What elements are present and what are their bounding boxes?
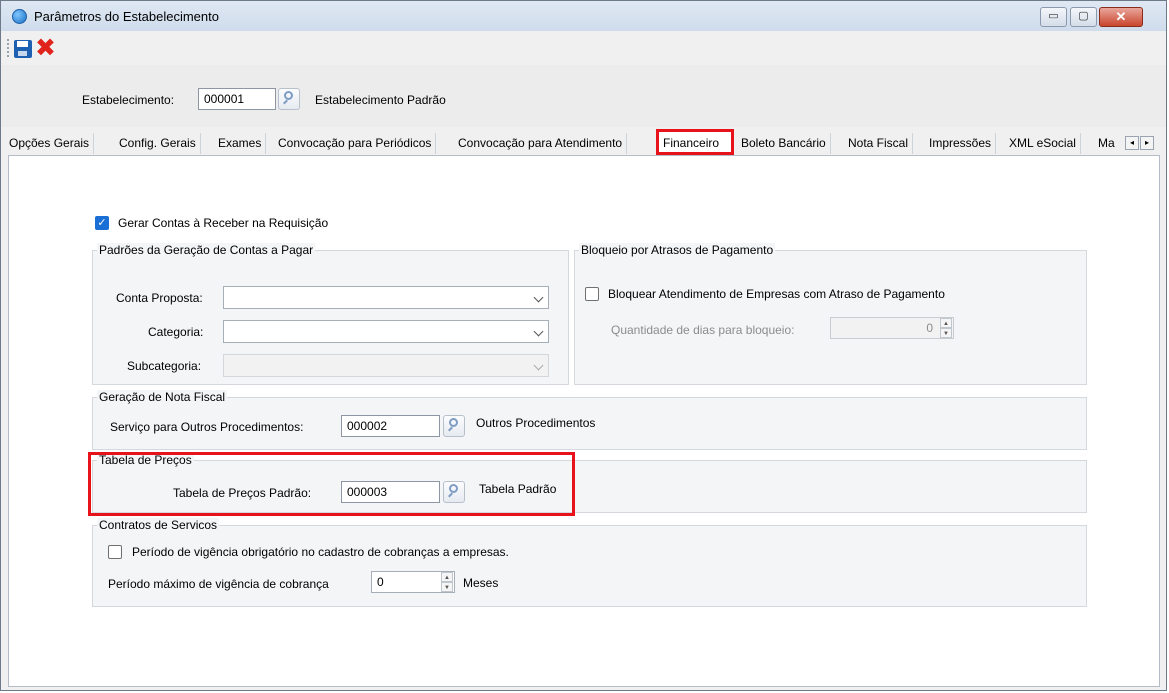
tab-exames[interactable]: Exames [214,133,267,154]
periodo-unit: Meses [463,576,499,590]
padroes-title: Padrões da Geração de Contas a Pagar [97,243,316,257]
dias-bloqueio-value: 0 [926,321,933,335]
spin-down-icon[interactable]: ▼ [940,328,952,338]
contratos-group: Contratos de Servicos Período de vigênci… [92,518,1087,607]
close-button[interactable]: ✕ [1099,7,1143,27]
nota-fiscal-title: Geração de Nota Fiscal [97,390,228,404]
tab-convocacao-periodicos[interactable]: Convocação para Periódicos [274,133,437,154]
search-icon [284,91,293,100]
tab-opcoes-gerais[interactable]: Opções Gerais [5,133,95,154]
padroes-group: Padrões da Geração de Contas a Pagar Con… [92,243,569,385]
tab-strip: Opções Gerais Config. Gerais Exames Conv… [1,127,1166,157]
app-logo-icon [12,9,27,24]
toolbar: ✖ [1,32,1166,65]
tab-nota-fiscal[interactable]: Nota Fiscal [844,133,914,154]
header-panel: Estabelecimento: 000001 Estabelecimento … [1,65,1166,127]
bloquear-atendimento-label: Bloquear Atendimento de Empresas com Atr… [608,287,945,301]
gerar-contas-label: Gerar Contas à Receber na Requisição [118,216,329,230]
estabelecimento-code-input[interactable]: 000001 [198,88,276,110]
cancel-icon[interactable]: ✖ [35,35,56,60]
conta-proposta-select[interactable] [223,286,549,309]
financeiro-panel: ✓ Gerar Contas à Receber na Requisição P… [8,155,1160,687]
search-icon [449,418,458,427]
maximize-button[interactable]: ▢ [1070,7,1097,27]
estabelecimento-name: Estabelecimento Padrão [315,93,446,107]
spin-up-icon[interactable]: ▲ [441,572,453,582]
bloqueio-group: Bloqueio por Atrasos de Pagamento Bloque… [574,243,1087,385]
title-bar: Parâmetros do Estabelecimento ▭ ▢ ✕ [1,1,1166,31]
periodo-maximo-value: 0 [377,575,384,589]
servico-name: Outros Procedimentos [476,416,596,430]
vigencia-obrigatoria-label: Período de vigência obrigatório no cadas… [132,545,509,559]
save-icon[interactable] [14,40,32,58]
conta-proposta-label: Conta Proposta: [116,291,203,305]
periodo-maximo-label: Período máximo de vigência de cobrança [108,577,329,591]
tab-xml-esocial[interactable]: XML eSocial [1005,133,1081,154]
tab-impressoes[interactable]: Impressões [925,133,997,154]
tab-more[interactable]: Ma [1094,133,1119,154]
chevron-down-icon [533,326,544,337]
bloqueio-title: Bloqueio por Atrasos de Pagamento [579,243,776,257]
chevron-down-icon [533,360,544,371]
spin-down-icon[interactable]: ▼ [441,582,453,592]
dias-bloqueio-spinner[interactable]: 0 ▲ ▼ [830,317,954,339]
servico-label: Serviço para Outros Procedimentos: [110,420,304,434]
minimize-button[interactable]: ▭ [1040,7,1067,27]
nota-fiscal-group: Geração de Nota Fiscal Serviço para Outr… [92,390,1087,450]
window-title: Parâmetros do Estabelecimento [34,9,219,24]
subcategoria-label: Subcategoria: [127,359,202,373]
financeiro-tab-highlight [656,129,734,155]
tab-convocacao-atendimento[interactable]: Convocação para Atendimento [454,133,628,154]
tab-boleto-bancario[interactable]: Boleto Bancário [737,133,831,154]
contratos-title: Contratos de Servicos [97,518,220,532]
window: Parâmetros do Estabelecimento ▭ ▢ ✕ ✖ Es… [0,0,1167,691]
estabelecimento-lookup-button[interactable] [278,88,300,110]
tabela-precos-highlight [88,452,575,516]
servico-lookup-button[interactable] [443,415,465,437]
periodo-maximo-spinner[interactable]: 0 ▲ ▼ [371,571,455,593]
spin-up-icon[interactable]: ▲ [940,318,952,328]
tab-scroll-left-button[interactable]: ◂ [1125,136,1139,150]
chevron-down-icon [533,292,544,303]
categoria-label: Categoria: [148,325,204,339]
toolbar-grip [7,39,11,57]
estabelecimento-label: Estabelecimento: [82,93,175,107]
gerar-contas-checkbox[interactable]: ✓ [95,216,109,230]
bloquear-atendimento-checkbox[interactable] [585,287,599,301]
servico-code-input[interactable]: 000002 [341,415,440,437]
vigencia-obrigatoria-checkbox[interactable] [108,545,122,559]
dias-bloqueio-label: Quantidade de dias para bloqueio: [611,323,795,337]
tab-config-gerais[interactable]: Config. Gerais [115,133,201,154]
tab-scroll-right-button[interactable]: ▸ [1140,136,1154,150]
subcategoria-select[interactable] [223,354,549,377]
categoria-select[interactable] [223,320,549,343]
